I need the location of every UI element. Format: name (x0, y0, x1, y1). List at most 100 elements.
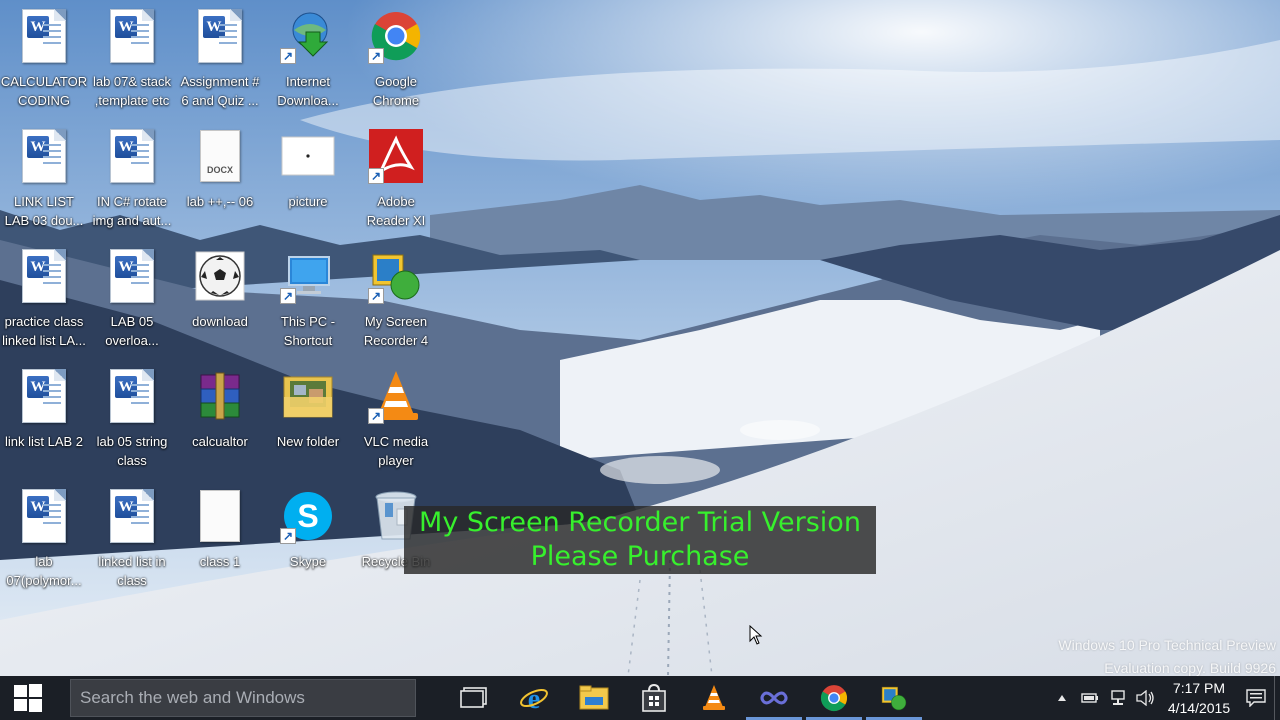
image-file-icon (281, 136, 335, 176)
task-view-icon (460, 687, 487, 708)
word-document-icon: W (22, 129, 66, 183)
desktop-icon-internet-download-manager[interactable]: ↗ Internet Downloa... (264, 6, 352, 122)
desktop-icon-label: VLC media player (363, 434, 429, 468)
network-icon (1111, 690, 1125, 705)
desktop-icon-download[interactable]: download (176, 246, 264, 362)
desktop-icon-label: Google Chrome (372, 74, 420, 108)
shortcut-arrow-icon: ↗ (368, 168, 384, 184)
chrome-icon (820, 685, 848, 712)
desktop-icon-calculator-coding[interactable]: W CALCULATOR CODING (0, 6, 88, 122)
search-input[interactable]: Search the web and Windows (70, 679, 416, 717)
speaker-icon (1136, 690, 1154, 706)
docx-file-icon: DOCX (200, 130, 240, 182)
desktop-icon-lab-06[interactable]: DOCX lab ++,-- 06 (176, 126, 264, 242)
desktop-icon-label: This PC - Shortcut (280, 314, 336, 348)
volume-control[interactable] (1132, 676, 1160, 720)
desktop-icon-practice-class[interactable]: W practice class linked list LA... (0, 246, 88, 362)
svg-text:e: e (528, 684, 540, 713)
desktop-icon-assignment-6[interactable]: W Assignment # 6 and Quiz ... (176, 6, 264, 122)
desktop-icon-label: lab ++,-- 06 (186, 194, 254, 209)
shortcut-arrow-icon: ↗ (280, 288, 296, 304)
desktop-icon-google-chrome[interactable]: ↗ Google Chrome (352, 6, 440, 122)
word-document-icon: W (110, 249, 154, 303)
word-document-icon: W (22, 369, 66, 423)
show-desktop-button[interactable] (1274, 676, 1280, 720)
desktop-icon-link-list-lab-2[interactable]: W link list LAB 2 (0, 366, 88, 482)
desktop-icon-lab-05-overloading[interactable]: W LAB 05 overloa... (88, 246, 176, 362)
word-document-icon: W (22, 249, 66, 303)
windows-evaluation-watermark: Windows 10 Pro Technical Preview Evaluat… (1058, 634, 1276, 680)
store-icon (642, 684, 666, 712)
desktop-icon-calcualtor[interactable]: calcualtor (176, 366, 264, 482)
desktop-icon-label: CALCULATOR CODING (0, 74, 88, 108)
desktop-icon-label: Adobe Reader XI (366, 194, 426, 228)
battery-icon (1081, 693, 1098, 703)
taskbar: Search the web and Windows e 7:17 PM 4/1… (0, 676, 1280, 720)
shortcut-arrow-icon: ↗ (280, 48, 296, 64)
watermark-line1: Windows 10 Pro Technical Preview (1058, 637, 1276, 653)
clock-date: 4/14/2015 (1167, 700, 1231, 716)
desktop-icon-label: IN C# rotate img and aut... (92, 194, 172, 228)
infinity-app-icon (760, 691, 788, 705)
desktop-icon-adobe-reader[interactable]: ↗ Adobe Reader XI (352, 126, 440, 242)
network-status[interactable] (1104, 676, 1132, 720)
shortcut-arrow-icon: ↗ (368, 408, 384, 424)
taskbar-screen-recorder[interactable] (864, 676, 924, 720)
desktop-icon-skype[interactable]: S ↗ Skype (264, 486, 352, 602)
svg-text:S: S (297, 498, 318, 534)
desktop-icon-vlc-media-player[interactable]: ↗ VLC media player (352, 366, 440, 482)
desktop-icon-label: New folder (276, 434, 340, 449)
windows-logo-icon (14, 684, 42, 712)
desktop-icon-label: Skype (289, 554, 327, 569)
shortcut-arrow-icon: ↗ (368, 288, 384, 304)
desktop-icon-new-folder[interactable]: New folder (264, 366, 352, 482)
blank-file-icon (200, 490, 240, 542)
word-document-icon: W (110, 9, 154, 63)
word-document-icon: W (198, 9, 242, 63)
trial-banner-line2: Please Purchase (530, 541, 750, 572)
shortcut-arrow-icon: ↗ (280, 528, 296, 544)
shortcut-arrow-icon: ↗ (368, 48, 384, 64)
desktop-icon-label: linked list in class (98, 554, 166, 588)
notification-icon (1246, 689, 1266, 707)
start-button[interactable] (0, 676, 56, 720)
desktop-icon-lab-07-stack[interactable]: W lab 07& stack ,template etc (88, 6, 176, 122)
desktop-icon-lab-05-string[interactable]: W lab 05 string class (88, 366, 176, 482)
desktop-icon-this-pc-shortcut[interactable]: ↗ This PC - Shortcut (264, 246, 352, 362)
vlc-icon (703, 685, 725, 710)
soccer-ball-icon (195, 251, 245, 301)
desktop-icon-label: calcualtor (192, 434, 248, 449)
winrar-archive-icon (200, 372, 240, 420)
taskbar-file-explorer[interactable] (564, 676, 624, 720)
taskbar-infinity-app[interactable] (744, 676, 804, 720)
chevron-up-icon (1058, 695, 1066, 701)
desktop-icon-label: download (192, 314, 248, 329)
folder-icon (283, 376, 333, 418)
desktop-icon-link-list-lab-03[interactable]: W LINK LIST LAB 03 dou... (0, 126, 88, 242)
desktop-icon-label: practice class linked list LA... (2, 314, 86, 348)
desktop-icon-label: class 1 (199, 554, 241, 569)
word-document-icon: W (110, 489, 154, 543)
taskbar-internet-explorer[interactable]: e (504, 676, 564, 720)
system-tray: 7:17 PM 4/14/2015 (1048, 676, 1280, 720)
action-center-button[interactable] (1238, 676, 1274, 720)
taskbar-vlc[interactable] (684, 676, 744, 720)
taskbar-task-view[interactable] (444, 676, 504, 720)
taskbar-chrome[interactable] (804, 676, 864, 720)
desktop-icon-linked-list-in-class[interactable]: W linked list in class (88, 486, 176, 602)
desktop-icon-label: Internet Downloa... (277, 74, 339, 108)
desktop-icon-class-1[interactable]: class 1 (176, 486, 264, 602)
desktop-icon-lab-07-polymorphism[interactable]: W lab 07(polymor... (0, 486, 88, 602)
word-document-icon: W (110, 129, 154, 183)
clock-time: 7:17 PM (1172, 680, 1226, 696)
taskbar-clock[interactable]: 7:17 PM 4/14/2015 (1160, 678, 1238, 718)
show-hidden-icons-button[interactable] (1048, 676, 1076, 720)
desktop-icon-label: link list LAB 2 (4, 434, 84, 449)
desktop-icon-label: LINK LIST LAB 03 dou... (4, 194, 84, 228)
desktop-icon-csharp-rotate[interactable]: W IN C# rotate img and aut... (88, 126, 176, 242)
battery-status[interactable] (1076, 676, 1104, 720)
desktop-icon-my-screen-recorder[interactable]: ↗ My Screen Recorder 4 (352, 246, 440, 362)
word-document-icon: W (22, 9, 66, 63)
taskbar-store[interactable] (624, 676, 684, 720)
desktop-icon-picture[interactable]: picture (264, 126, 352, 242)
